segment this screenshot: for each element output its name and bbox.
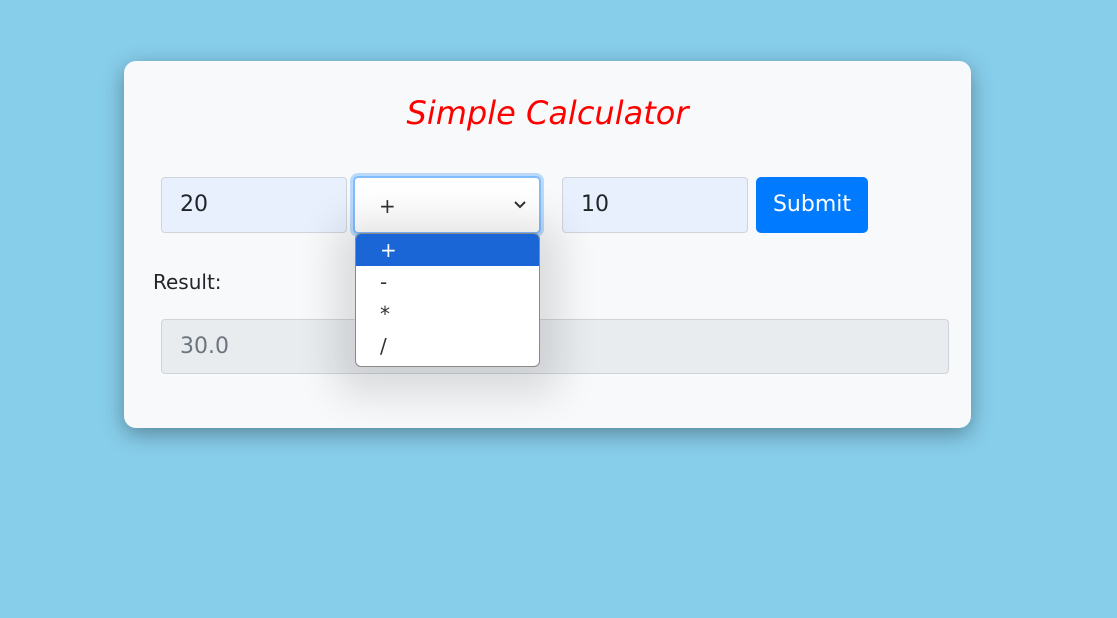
page-title: Simple Calculator	[406, 94, 689, 132]
operator-select-value: +	[379, 194, 396, 218]
first-number-input[interactable]: 20	[161, 177, 347, 233]
operator-option-subtract[interactable]: -	[356, 266, 539, 298]
operator-dropdown-list: + - * /	[355, 233, 540, 367]
result-label: Result:	[153, 270, 222, 294]
calculator-card: Simple Calculator 20 + 10 Submit Result:…	[124, 61, 971, 428]
operator-option-divide[interactable]: /	[356, 330, 539, 362]
submit-button[interactable]: Submit	[756, 177, 868, 233]
operator-option-add[interactable]: +	[356, 234, 539, 266]
operator-select[interactable]: +	[353, 176, 541, 234]
operator-option-multiply[interactable]: *	[356, 298, 539, 330]
chevron-down-icon	[514, 201, 526, 209]
second-number-input[interactable]: 10	[562, 177, 748, 233]
result-field: 30.0	[161, 319, 949, 374]
